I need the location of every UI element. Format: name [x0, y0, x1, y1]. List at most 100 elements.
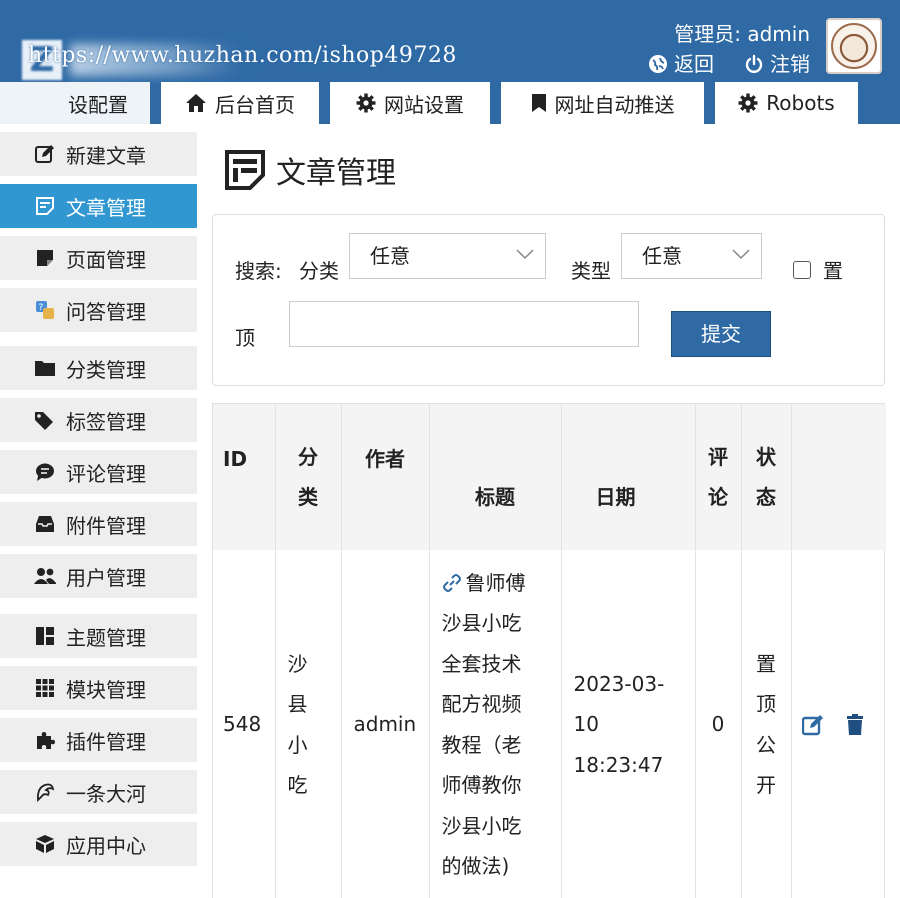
header-char: 态 — [756, 485, 776, 509]
tab-label: 网站设置 — [384, 92, 464, 117]
cell-category: 沙 县 小 吃 — [275, 550, 342, 898]
tag-icon — [34, 409, 56, 431]
tab-url-push[interactable]: 网址自动推送 — [501, 82, 704, 124]
sidebar-item-new-article[interactable]: 新建文章 — [0, 132, 197, 176]
cell-char: 县 — [287, 692, 308, 716]
sidebar-item-qa-manage[interactable]: ? 问答管理 — [0, 288, 197, 332]
page-title-text: 文章管理 — [276, 156, 396, 191]
status-char: 开 — [756, 773, 776, 797]
title-line: 鲁师傅 — [442, 563, 551, 604]
sidebar-item-label: 文章管理 — [66, 195, 146, 220]
submit-button[interactable]: 提交 — [671, 311, 771, 357]
sidebar-item-label: 问答管理 — [66, 299, 146, 324]
tab-config[interactable]: 设配置 — [0, 82, 150, 124]
cell-actions — [791, 550, 886, 898]
sidebar-item-tag-manage[interactable]: 标签管理 — [0, 398, 197, 442]
col-header-actions — [791, 404, 886, 550]
edit-icon — [34, 143, 56, 165]
admin-actions: 返回 注销 — [648, 50, 810, 78]
search-input[interactable] — [289, 301, 639, 347]
category-select-value: 任意 — [370, 244, 410, 268]
sidebar-item-label: 模块管理 — [66, 677, 146, 702]
top-label-cont: 顶 — [235, 326, 255, 350]
sidebar-item-label: 标签管理 — [66, 409, 146, 434]
sidebar-item-comment-manage[interactable]: 评论管理 — [0, 450, 197, 494]
chevron-down-icon — [732, 249, 750, 260]
svg-text:?: ? — [39, 303, 44, 313]
logout-link[interactable]: 注销 — [744, 50, 810, 78]
sidebar-item-label: 用户管理 — [66, 565, 146, 590]
title-line: 的做法) — [441, 854, 510, 878]
cell-id: 548 — [213, 550, 276, 898]
edit-icon[interactable] — [801, 714, 824, 736]
cell-title[interactable]: 鲁师傅 沙县小吃 全套技术 配方视频 教程（老 师傅教你 沙县小吃 的做法) — [429, 550, 562, 898]
type-select[interactable]: 任意 — [621, 233, 762, 279]
layout-icon — [34, 625, 56, 647]
cell-char: 小 — [287, 732, 308, 757]
search-label: 搜索: — [235, 259, 282, 283]
sidebar-item-article-manage[interactable]: 文章管理 — [0, 184, 197, 228]
article-icon — [34, 195, 56, 217]
app-header: Z https://www.huzhan.com/ishop49728 管理员:… — [0, 0, 900, 124]
sidebar-item-category-manage[interactable]: 分类管理 — [0, 346, 197, 390]
title-text: 鲁师傅 — [465, 570, 526, 595]
header-char: 分 — [298, 445, 318, 469]
title-line: 沙县小吃 — [441, 611, 522, 635]
category-select[interactable]: 任意 — [349, 233, 546, 279]
header-char: 类 — [298, 485, 318, 509]
table-row[interactable]: 548 沙 县 小 吃 admin 鲁师傅 沙县小吃 全套技术 配方视频 教程（… — [213, 550, 886, 898]
cell-author: admin — [341, 550, 430, 898]
article-icon — [225, 150, 265, 190]
title-line: 教程（老 — [441, 732, 522, 757]
title-line: 配方视频 — [441, 692, 522, 716]
cell-comments: 0 — [695, 550, 742, 898]
tab-site-settings[interactable]: 网站设置 — [330, 82, 490, 124]
tab-label: 设配置 — [68, 92, 128, 117]
search-panel: 搜索: 分类 任意 类型 任意 置 顶 提交 — [212, 214, 885, 386]
col-header-comments: 评 论 — [695, 404, 742, 550]
tab-dashboard[interactable]: 后台首页 — [161, 82, 319, 124]
sidebar-item-app-center[interactable]: 应用中心 — [0, 822, 197, 866]
avatar[interactable] — [826, 18, 882, 74]
sidebar-item-attachment-manage[interactable]: 附件管理 — [0, 502, 197, 546]
col-header-category: 分 类 — [275, 404, 342, 550]
sidebar-item-plugin-manage[interactable]: 插件管理 — [0, 718, 197, 762]
back-link[interactable]: 返回 — [648, 50, 714, 78]
sidebar-item-theme-manage[interactable]: 主题管理 — [0, 614, 197, 658]
sidebar-item-yitiaodahe[interactable]: 一条大河 — [0, 770, 197, 814]
home-icon — [186, 94, 206, 112]
puzzle-icon — [34, 729, 56, 751]
row-actions — [801, 713, 877, 736]
page-title: 文章管理 — [224, 148, 396, 192]
comment-icon — [34, 461, 56, 483]
qa-icon: ? — [34, 299, 56, 321]
trash-icon[interactable] — [846, 713, 864, 736]
plugin-logo-icon — [34, 781, 56, 803]
sidebar-item-label: 分类管理 — [66, 357, 146, 382]
title-line: 师傅教你 — [441, 773, 522, 797]
sidebar-item-label: 页面管理 — [66, 247, 146, 272]
power-icon — [745, 54, 763, 73]
chevron-down-icon — [516, 249, 534, 260]
gear-icon — [356, 93, 376, 113]
tab-label: 后台首页 — [215, 92, 295, 117]
table-header-row: ID 分 类 作者 标题 日期 评 论 状 态 — [213, 404, 886, 550]
date-line: 2023-03- — [573, 671, 665, 696]
header-char: 论 — [708, 485, 728, 509]
inbox-icon — [34, 513, 56, 535]
sidebar-item-user-manage[interactable]: 用户管理 — [0, 554, 197, 598]
top-checkbox[interactable] — [793, 261, 811, 279]
cell-status: 置 顶 公 开 — [741, 550, 792, 898]
col-header-author: 作者 — [341, 404, 430, 550]
sidebar-item-page-manage[interactable]: 页面管理 — [0, 236, 197, 280]
globe-icon — [649, 55, 667, 73]
date-line: 10 — [573, 712, 599, 737]
tab-robots[interactable]: Robots — [715, 82, 858, 124]
sidebar-item-module-manage[interactable]: 模块管理 — [0, 666, 197, 710]
top-nav: 设配置 后台首页 网站设置 网址自动推送 Robots — [0, 82, 900, 124]
box-icon — [34, 833, 56, 855]
col-header-id: ID — [213, 404, 276, 550]
category-label: 分类 — [299, 259, 339, 283]
tab-label: Robots — [766, 91, 835, 115]
sidebar-item-label: 插件管理 — [66, 729, 146, 754]
